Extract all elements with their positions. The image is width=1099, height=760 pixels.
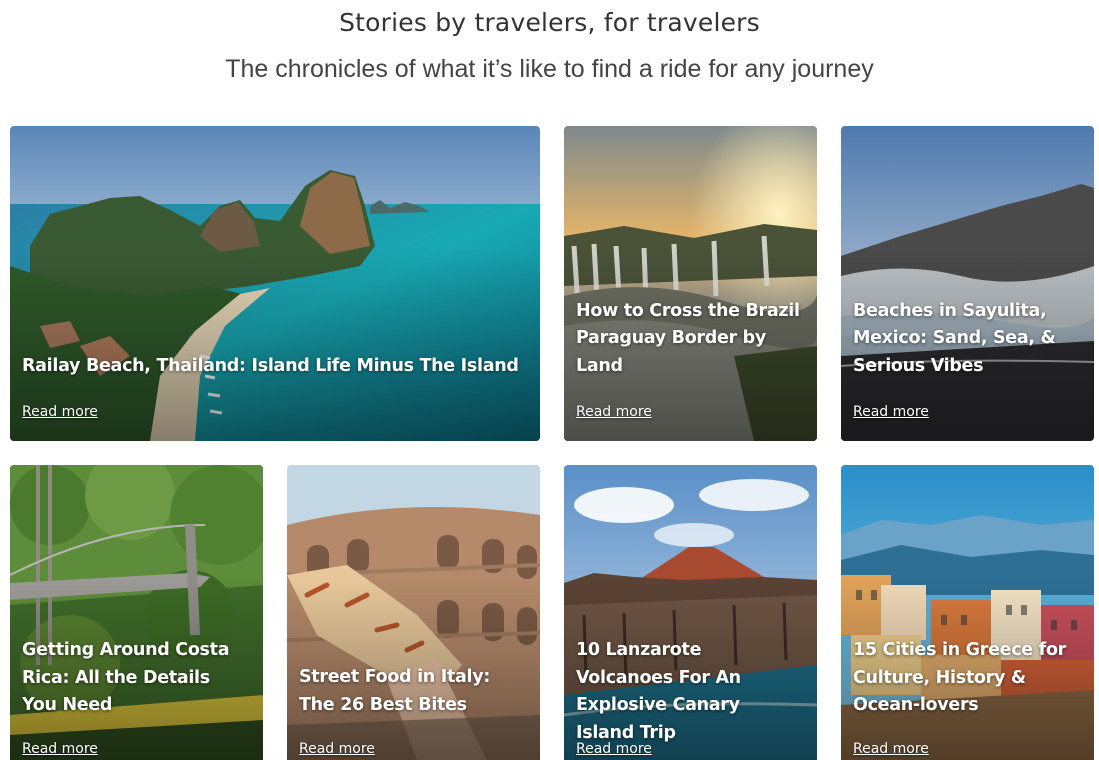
story-card-sayulita[interactable]: Beaches in Sayulita, Mexico: Sand, Sea, …	[841, 126, 1094, 441]
story-title[interactable]: How to Cross the Brazil Paraguay Border …	[576, 298, 803, 381]
story-card-italy[interactable]: Street Food in Italy: The 26 Best Bites …	[287, 465, 540, 760]
story-card-railay-beach[interactable]: Railay Beach, Thailand: Island Life Minu…	[10, 126, 540, 441]
read-more-link[interactable]: Read more	[576, 404, 652, 420]
read-more-link[interactable]: Read more	[853, 404, 929, 420]
read-more-link[interactable]: Read more	[22, 404, 98, 420]
story-title[interactable]: Railay Beach, Thailand: Island Life Minu…	[22, 353, 526, 381]
story-title[interactable]: Street Food in Italy: The 26 Best Bites	[299, 664, 526, 719]
section-title: Stories by travelers, for travelers	[339, 8, 760, 37]
story-card-costa-rica[interactable]: Getting Around Costa Rica: All the Detai…	[10, 465, 263, 760]
story-card-greece[interactable]: 15 Cities in Greece for Culture, History…	[841, 465, 1094, 760]
story-title[interactable]: 10 Lanzarote Volcanoes For An Explosive …	[576, 637, 803, 747]
story-card-lanzarote[interactable]: 10 Lanzarote Volcanoes For An Explosive …	[564, 465, 817, 760]
story-title[interactable]: 15 Cities in Greece for Culture, History…	[853, 637, 1080, 720]
read-more-link[interactable]: Read more	[853, 741, 929, 757]
section-subtitle: The chronicles of what it’s like to find…	[225, 55, 874, 83]
read-more-link[interactable]: Read more	[576, 741, 652, 757]
read-more-link[interactable]: Read more	[299, 741, 375, 757]
story-title[interactable]: Getting Around Costa Rica: All the Detai…	[22, 637, 249, 720]
story-card-brazil-paraguay[interactable]: How to Cross the Brazil Paraguay Border …	[564, 126, 817, 441]
read-more-link[interactable]: Read more	[22, 741, 98, 757]
story-title[interactable]: Beaches in Sayulita, Mexico: Sand, Sea, …	[853, 298, 1080, 381]
